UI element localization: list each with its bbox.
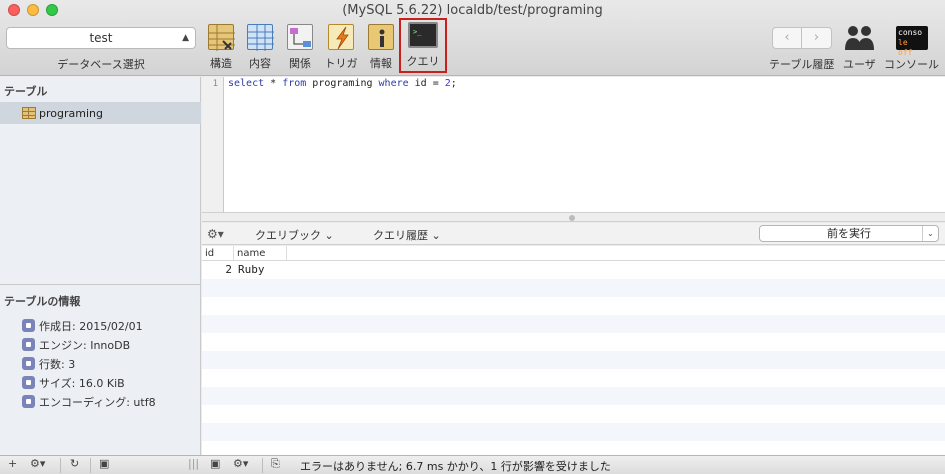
empty-row bbox=[202, 333, 945, 351]
split-handle[interactable] bbox=[202, 212, 945, 222]
tool-query-label: クエリ bbox=[406, 55, 440, 68]
empty-row bbox=[202, 297, 945, 315]
tool-triggers[interactable]: トリガ bbox=[321, 24, 361, 71]
content-icon bbox=[247, 24, 274, 51]
splitter-handle-icon[interactable]: ||| bbox=[188, 457, 199, 470]
empty-row bbox=[202, 441, 945, 455]
tool-content[interactable]: 内容 bbox=[240, 24, 280, 71]
divider bbox=[262, 458, 263, 473]
empty-row bbox=[202, 423, 945, 441]
console-caption: コンソール bbox=[884, 58, 939, 71]
add-icon[interactable]: + bbox=[8, 457, 17, 470]
gear-icon[interactable]: ⚙▾ bbox=[207, 227, 224, 241]
query-favorites-menu[interactable]: クエリブック ⌄ bbox=[255, 227, 334, 243]
console-icon[interactable]: conso le off bbox=[896, 26, 928, 57]
tool-structure-label: 構造 bbox=[210, 57, 232, 70]
tool-info-label: 情報 bbox=[370, 57, 392, 70]
info-size: サイズ: 16.0 KiB bbox=[22, 373, 156, 392]
database-select-caption: データベース選択 bbox=[57, 58, 145, 71]
query-text[interactable]: select * from programing where id = 2; bbox=[228, 77, 457, 91]
divider bbox=[60, 458, 61, 473]
relations-icon bbox=[287, 24, 313, 50]
empty-row bbox=[202, 405, 945, 423]
info-engine: エンジン: InnoDB bbox=[22, 335, 156, 354]
terminal-icon: >_ bbox=[408, 22, 438, 48]
info-created: 作成日: 2015/02/01 bbox=[22, 316, 156, 335]
empty-row bbox=[202, 279, 945, 297]
svg-text:>_: >_ bbox=[413, 28, 422, 36]
sidebar-item-programing[interactable]: programing bbox=[0, 102, 201, 124]
toolbar: (MySQL 5.6.22) localdb/test/programing t… bbox=[0, 0, 945, 76]
sidebar: テーブル programing テーブルの情報 作成日: 2015/02/01 … bbox=[0, 77, 201, 455]
divider bbox=[0, 284, 201, 285]
copy-icon[interactable]: ⎘ bbox=[271, 457, 280, 471]
tool-content-label: 内容 bbox=[249, 57, 271, 70]
query-bar: ⚙▾ クエリブック ⌄ クエリ履歴 ⌄ 前を実行 ⌄ bbox=[202, 223, 945, 245]
info-icon bbox=[368, 24, 394, 50]
info-bullet-icon bbox=[22, 338, 35, 351]
window-title: (MySQL 5.6.22) localdb/test/programing bbox=[342, 3, 603, 18]
database-select[interactable]: test ▲ bbox=[6, 27, 196, 49]
cell-id[interactable]: 2 bbox=[202, 261, 234, 279]
line-number: 1 bbox=[202, 77, 224, 212]
info-bullet-icon bbox=[22, 357, 35, 370]
filter-icon[interactable]: ▣ bbox=[99, 457, 109, 470]
info-bullet-icon bbox=[22, 395, 35, 408]
history-forward-button[interactable]: › bbox=[802, 27, 832, 49]
tool-relations[interactable]: 関係 bbox=[280, 24, 320, 71]
empty-row bbox=[202, 369, 945, 387]
users-caption: ユーザ bbox=[843, 58, 876, 71]
trigger-icon bbox=[328, 24, 354, 50]
table-name: programing bbox=[39, 106, 103, 120]
results-table: id name 2 Ruby bbox=[202, 246, 945, 455]
column-header-name[interactable]: name bbox=[234, 246, 287, 260]
tool-structure[interactable]: 構造 bbox=[201, 24, 241, 71]
info-bullet-icon bbox=[22, 319, 35, 332]
drag-handle-icon bbox=[569, 215, 575, 221]
table-history-caption: テーブル履歴 bbox=[769, 58, 835, 71]
run-previous-button[interactable]: 前を実行 ⌄ bbox=[759, 225, 939, 242]
info-rows: 行数: 3 bbox=[22, 354, 156, 373]
tables-header: テーブル bbox=[4, 85, 48, 98]
results-body: 2 Ruby bbox=[202, 261, 945, 455]
divider bbox=[90, 458, 91, 473]
info-bullet-icon bbox=[22, 376, 35, 389]
table-row[interactable]: 2 Ruby bbox=[202, 261, 945, 279]
users-icon[interactable] bbox=[844, 22, 876, 52]
query-editor[interactable]: 1 select * from programing where id = 2; bbox=[202, 77, 945, 212]
column-header-id[interactable]: id bbox=[202, 246, 234, 260]
info-encoding: エンコーディング: utf8 bbox=[22, 392, 156, 411]
gear-icon[interactable]: ⚙▾ bbox=[30, 457, 45, 470]
tool-relations-label: 関係 bbox=[289, 57, 311, 70]
app-window: (MySQL 5.6.22) localdb/test/programing t… bbox=[0, 0, 945, 474]
empty-row bbox=[202, 387, 945, 405]
table-history-nav: ‹ › bbox=[772, 27, 832, 49]
history-back-button[interactable]: ‹ bbox=[772, 27, 802, 49]
image-icon[interactable]: ▣ bbox=[210, 457, 220, 470]
empty-row bbox=[202, 315, 945, 333]
cell-name[interactable]: Ruby bbox=[234, 261, 265, 279]
status-message: エラーはありません; 6.7 ms かかり、1 行が影響を受けました bbox=[300, 460, 611, 473]
table-icon bbox=[22, 107, 36, 119]
chevron-updown-icon[interactable]: ⌄ bbox=[922, 226, 938, 241]
bottom-bar: + ⚙▾ ↻ ▣ ||| ▣ ⚙▾ ⎘ エラーはありません; 6.7 ms かか… bbox=[0, 455, 945, 474]
gear-icon[interactable]: ⚙▾ bbox=[233, 457, 248, 470]
tool-triggers-label: トリガ bbox=[324, 57, 358, 70]
structure-icon bbox=[208, 24, 235, 51]
refresh-icon[interactable]: ↻ bbox=[70, 457, 79, 470]
chevron-updown-icon: ▲ bbox=[182, 33, 189, 43]
empty-row bbox=[202, 351, 945, 369]
table-info-header: テーブルの情報 bbox=[4, 295, 81, 308]
query-history-menu[interactable]: クエリ履歴 ⌄ bbox=[373, 227, 441, 243]
database-select-value: test bbox=[89, 31, 113, 45]
table-info-list: 作成日: 2015/02/01 エンジン: InnoDB 行数: 3 サイズ: … bbox=[22, 316, 156, 411]
chevron-down-icon: ⌄ bbox=[431, 229, 441, 242]
tool-query[interactable]: >_ クエリ bbox=[399, 18, 447, 73]
chevron-down-icon: ⌄ bbox=[324, 229, 334, 242]
tool-info[interactable]: 情報 bbox=[361, 24, 401, 71]
results-header: id name bbox=[202, 246, 945, 261]
